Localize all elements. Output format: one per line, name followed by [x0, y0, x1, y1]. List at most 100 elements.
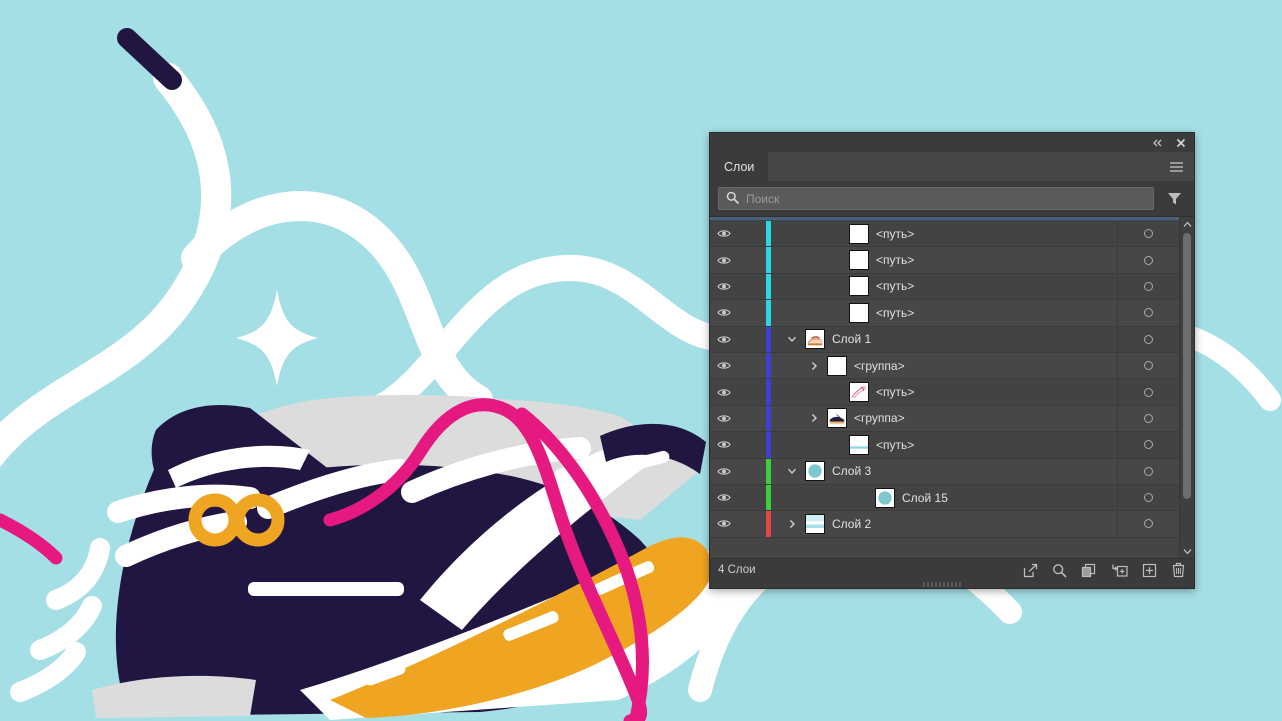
- layer-name-label: <группа>: [854, 411, 905, 426]
- close-icon[interactable]: [1174, 136, 1188, 150]
- chevron-down-icon[interactable]: [1180, 544, 1194, 558]
- layer-row-body[interactable]: <группа>: [775, 355, 1117, 376]
- target-selector-icon[interactable]: [1117, 300, 1179, 326]
- layer-row-body[interactable]: Слой 1: [775, 329, 1117, 350]
- layer-row-body[interactable]: Слой 15: [775, 487, 1117, 508]
- layer-color-strip: [763, 300, 775, 326]
- layer-thumbnail: [849, 276, 869, 297]
- new-layer-icon[interactable]: [1142, 563, 1157, 578]
- layer-name-label: <путь>: [876, 305, 915, 320]
- layer-name-label: Слой 15: [902, 490, 948, 505]
- layer-row-body[interactable]: Слой 3: [775, 461, 1117, 482]
- clipping-mask-icon[interactable]: [1081, 563, 1096, 578]
- visibility-eye-icon[interactable]: [710, 307, 738, 318]
- visibility-eye-icon[interactable]: [710, 518, 738, 529]
- scrollbar-thumb[interactable]: [1183, 233, 1191, 499]
- layer-row[interactable]: <путь>: [710, 221, 1179, 248]
- tab-layers-label: Слои: [724, 159, 755, 174]
- double-chevron-left-icon[interactable]: [1150, 136, 1164, 150]
- scrollbar-track[interactable]: [1180, 231, 1194, 544]
- layer-name-label: <группа>: [854, 358, 905, 373]
- chevron-up-icon[interactable]: [1180, 217, 1194, 231]
- locate-object-icon[interactable]: [1052, 563, 1067, 578]
- visibility-eye-icon[interactable]: [710, 255, 738, 266]
- layer-thumbnail: [849, 250, 869, 271]
- target-selector-icon[interactable]: [1117, 221, 1179, 247]
- vertical-scrollbar[interactable]: [1179, 217, 1194, 558]
- layer-row-body[interactable]: <группа>: [775, 408, 1117, 429]
- layer-thumbnail: [849, 223, 869, 244]
- layer-row-body[interactable]: <путь>: [775, 250, 1117, 271]
- visibility-eye-icon[interactable]: [710, 439, 738, 450]
- layer-row-body[interactable]: <путь>: [775, 382, 1117, 403]
- target-selector-icon[interactable]: [1117, 484, 1179, 511]
- target-selector-icon[interactable]: [1117, 432, 1179, 458]
- search-icon: [726, 191, 739, 207]
- visibility-eye-icon[interactable]: [710, 387, 738, 398]
- tab-layers[interactable]: Слои: [710, 152, 769, 181]
- layer-color-strip: [763, 458, 775, 484]
- delete-layer-icon[interactable]: [1171, 562, 1186, 578]
- visibility-eye-icon[interactable]: [710, 334, 738, 345]
- visibility-eye-icon[interactable]: [710, 360, 738, 371]
- layer-row[interactable]: Слой 1: [710, 326, 1179, 353]
- layer-color-strip: [763, 326, 775, 352]
- layer-rows-container[interactable]: <путь> <путь> <путь> <путь> Слой 1 <группа> <п…: [710, 217, 1179, 558]
- panel-tabstrip: Слои: [710, 152, 1194, 181]
- target-selector-icon[interactable]: [1117, 326, 1179, 352]
- layer-row-body[interactable]: <путь>: [775, 223, 1117, 244]
- filter-funnel-icon[interactable]: [1162, 187, 1186, 211]
- panel-resize-grip[interactable]: [710, 581, 1194, 588]
- layer-row[interactable]: Слой 3: [710, 458, 1179, 485]
- layer-name-label: <путь>: [876, 385, 915, 400]
- layer-row[interactable]: <путь>: [710, 379, 1179, 406]
- target-selector-icon[interactable]: [1117, 405, 1179, 432]
- layer-count-label: 4 Слои: [718, 564, 756, 576]
- layer-row-body[interactable]: <путь>: [775, 434, 1117, 455]
- visibility-eye-icon[interactable]: [710, 413, 738, 424]
- layer-row[interactable]: Слой 15: [710, 484, 1179, 512]
- layer-row[interactable]: <группа>: [710, 405, 1179, 433]
- visibility-eye-icon[interactable]: [710, 492, 738, 503]
- layer-row-body[interactable]: <путь>: [775, 276, 1117, 297]
- target-selector-icon[interactable]: [1117, 379, 1179, 405]
- search-row: Поиск: [710, 181, 1194, 216]
- layer-thumbnail: [827, 408, 847, 429]
- visibility-eye-icon[interactable]: [710, 466, 738, 477]
- layers-list[interactable]: <путь> <путь> <путь> <путь> Слой 1 <группа> <п…: [710, 216, 1194, 558]
- target-selector-icon[interactable]: [1117, 511, 1179, 537]
- target-selector-icon[interactable]: [1117, 273, 1179, 300]
- chevron-down-icon[interactable]: [779, 335, 805, 343]
- chevron-right-icon[interactable]: [779, 519, 805, 529]
- panel-footer: 4 Слои: [710, 558, 1194, 581]
- layer-thumbnail: [805, 329, 825, 350]
- layer-name-label: <путь>: [876, 279, 915, 294]
- layer-row[interactable]: <путь>: [710, 432, 1179, 459]
- target-selector-icon[interactable]: [1117, 352, 1179, 379]
- layer-row[interactable]: <путь>: [710, 300, 1179, 327]
- layer-thumbnail: [849, 302, 869, 323]
- layer-row[interactable]: <путь>: [710, 273, 1179, 301]
- layer-color-strip: [763, 247, 775, 273]
- layer-row[interactable]: Слой 2: [710, 511, 1179, 538]
- layer-row[interactable]: <группа>: [710, 352, 1179, 380]
- visibility-eye-icon[interactable]: [710, 228, 738, 239]
- layers-panel[interactable]: Слои Поиск <путь> <путь> <путь> <путь> С…: [709, 132, 1195, 589]
- layer-row-body[interactable]: Слой 2: [775, 513, 1117, 534]
- new-sublayer-icon[interactable]: [1110, 563, 1128, 578]
- layer-row[interactable]: <путь>: [710, 247, 1179, 274]
- target-selector-icon[interactable]: [1117, 247, 1179, 273]
- chevron-right-icon[interactable]: [801, 413, 827, 423]
- layer-name-label: <путь>: [876, 226, 915, 241]
- layer-color-strip: [763, 432, 775, 458]
- layer-row-body[interactable]: <путь>: [775, 302, 1117, 323]
- visibility-eye-icon[interactable]: [710, 281, 738, 292]
- hamburger-menu-icon[interactable]: [1159, 152, 1194, 181]
- chevron-right-icon[interactable]: [801, 361, 827, 371]
- release-to-layers-icon[interactable]: [1023, 563, 1038, 578]
- panel-titlebar: [710, 133, 1194, 152]
- search-input[interactable]: Поиск: [718, 187, 1154, 210]
- target-selector-icon[interactable]: [1117, 458, 1179, 484]
- chevron-down-icon[interactable]: [779, 467, 805, 475]
- search-placeholder: Поиск: [746, 191, 780, 206]
